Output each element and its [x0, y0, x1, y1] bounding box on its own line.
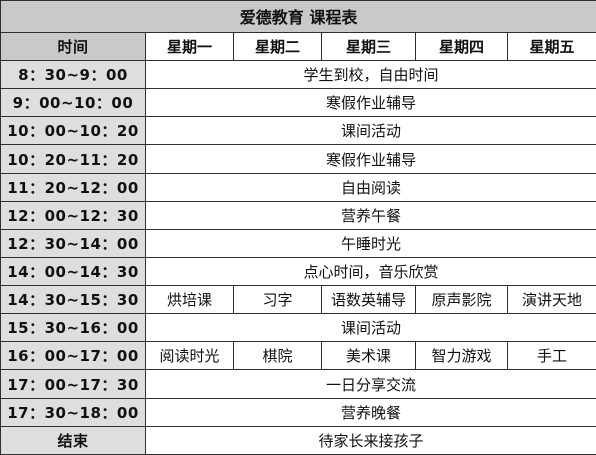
- activity-cell: 自由阅读: [144, 172, 596, 202]
- table-row: 9：00~10：00 寒假作业辅导: [0, 88, 596, 118]
- activity-cell: 一日分享交流: [144, 369, 596, 399]
- day-activity-cell: 演讲天地: [506, 285, 596, 315]
- time-slot: 9：00~10：00: [0, 88, 146, 118]
- activity-cell: 待家长来接孩子: [144, 425, 596, 455]
- day-activity-cell: 棋院: [233, 341, 322, 371]
- day-activity-cell: 美术课: [321, 341, 416, 371]
- header-row: 时间 星期一 星期二 星期三 星期四 星期五: [0, 31, 596, 62]
- schedule-title: 爱德教育 课程表: [0, 0, 596, 33]
- time-slot: 11：20~12：00: [0, 172, 146, 202]
- time-column-header: 时间: [0, 31, 146, 62]
- time-slot: 8：30~9：00: [0, 60, 146, 90]
- activity-cell: 学生到校，自由时间: [144, 60, 596, 90]
- time-slot: 17：30~18：00: [0, 397, 146, 427]
- time-slot: 10：20~11：20: [0, 144, 146, 174]
- time-slot: 12：00~12：30: [0, 200, 146, 230]
- day-activity-cell: 语数英辅导: [321, 285, 416, 315]
- table-row: 8：30~9：00 学生到校，自由时间: [0, 60, 596, 90]
- day-activity-cell: 手工: [506, 341, 596, 371]
- table-row: 17：30~18：00 营养晚餐: [0, 397, 596, 427]
- table-row: 11：20~12：00 自由阅读: [0, 172, 596, 202]
- time-slot: 14：30~15：30: [0, 285, 146, 315]
- table-row: 14：30~15：30 烘培课 习字 语数英辅导 原声影院 演讲天地: [0, 285, 596, 315]
- activity-cell: 营养午餐: [144, 200, 596, 230]
- activity-cell: 课间活动: [144, 313, 596, 343]
- title-row: 爱德教育 课程表: [0, 0, 596, 33]
- table-row: 12：30~14：00 午睡时光: [0, 228, 596, 258]
- table-row: 15：30~16：00 课间活动: [0, 313, 596, 343]
- time-slot: 15：30~16：00: [0, 313, 146, 343]
- table-row: 14：00~14：30 点心时间，音乐欣赏: [0, 256, 596, 287]
- day-activity-cell: 习字: [233, 285, 322, 315]
- time-slot: 17：00~17：30: [0, 369, 146, 399]
- schedule-table: 爱德教育 课程表 时间 星期一 星期二 星期三 星期四 星期五 8：30~9：0…: [0, 0, 596, 455]
- activity-cell: 课间活动: [144, 116, 596, 146]
- activity-cell: 点心时间，音乐欣赏: [144, 256, 596, 287]
- day-header: 星期四: [415, 31, 508, 62]
- table-row: 10：00~10：20 课间活动: [0, 116, 596, 146]
- activity-cell: 寒假作业辅导: [144, 144, 596, 174]
- day-header: 星期一: [145, 31, 234, 62]
- day-activity-cell: 烘培课: [145, 285, 234, 315]
- activity-cell: 寒假作业辅导: [144, 88, 596, 118]
- activity-cell: 午睡时光: [144, 228, 596, 258]
- time-slot: 14：00~14：30: [0, 256, 146, 287]
- table-row: 17：00~17：30 一日分享交流: [0, 369, 596, 399]
- table-row: 10：20~11：20 寒假作业辅导: [0, 144, 596, 174]
- day-header: 星期五: [506, 31, 596, 62]
- day-activity-cell: 原声影院: [415, 285, 508, 315]
- time-slot: 12：30~14：00: [0, 228, 146, 258]
- time-slot: 16：00~17：00: [0, 341, 146, 371]
- day-activity-cell: 阅读时光: [145, 341, 234, 371]
- time-slot: 10：00~10：20: [0, 116, 146, 146]
- table-row: 12：00~12：30 营养午餐: [0, 200, 596, 230]
- table-row: 16：00~17：00 阅读时光 棋院 美术课 智力游戏 手工: [0, 341, 596, 371]
- time-slot: 结束: [0, 425, 146, 455]
- day-activity-cell: 智力游戏: [415, 341, 508, 371]
- day-header: 星期二: [233, 31, 322, 62]
- day-header: 星期三: [321, 31, 416, 62]
- table-row: 结束 待家长来接孩子: [0, 425, 596, 455]
- activity-cell: 营养晚餐: [144, 397, 596, 427]
